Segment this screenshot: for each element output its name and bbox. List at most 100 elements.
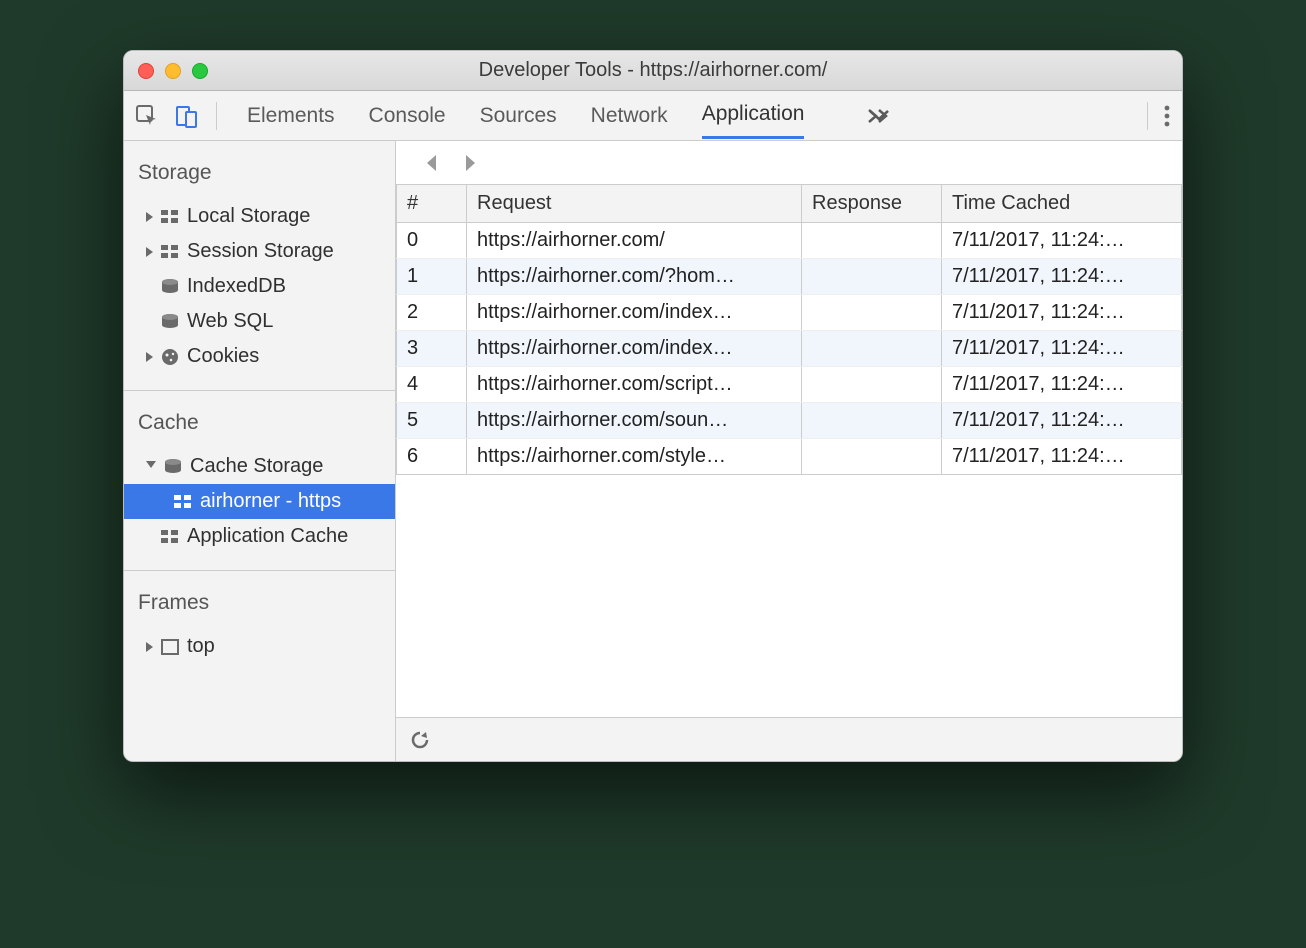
refresh-icon[interactable] — [410, 730, 430, 750]
device-toolbar-icon[interactable] — [176, 104, 198, 128]
col-request[interactable]: Request — [467, 185, 802, 223]
close-window-button[interactable] — [138, 63, 154, 79]
window-controls — [138, 63, 208, 79]
table-row[interactable]: 1https://airhorner.com/?hom… 7/11/2017, 1… — [397, 259, 1182, 295]
cell-response — [802, 367, 942, 403]
database-icon — [164, 458, 182, 476]
cell-request: https://airhorner.com/?hom… — [467, 259, 802, 295]
panel-tabs: Elements Console Sources Network Applica… — [247, 92, 890, 139]
footer-strip — [396, 717, 1182, 761]
cell-n: 2 — [397, 295, 467, 331]
chevron-right-icon — [146, 352, 153, 362]
sidebar-section-frames: Frames top — [124, 571, 395, 680]
sidebar-item-application-cache[interactable]: Application Cache — [124, 519, 395, 554]
cell-request: https://airhorner.com/index… — [467, 295, 802, 331]
cell-response — [802, 295, 942, 331]
cell-response — [802, 259, 942, 295]
sidebar-item-label: Web SQL — [187, 310, 273, 333]
sidebar-item-label: Cookies — [187, 345, 259, 368]
sidebar-item-cookies[interactable]: Cookies — [124, 339, 395, 374]
sidebar-item-label: airhorner - https — [200, 490, 341, 513]
cell-time: 7/11/2017, 11:24:… — [942, 259, 1182, 295]
sidebar-item-websql[interactable]: Web SQL — [124, 304, 395, 339]
cache-table: # Request Response Time Cached 0https://… — [396, 185, 1182, 717]
table-row[interactable]: 5https://airhorner.com/soun…7/11/2017, 1… — [397, 403, 1182, 439]
sidebar-section-cache: Cache Cache Storage airhorner - https Ap… — [124, 391, 395, 571]
minimize-window-button[interactable] — [165, 63, 181, 79]
cell-time: 7/11/2017, 11:24:… — [942, 223, 1182, 259]
cell-time: 7/11/2017, 11:24:… — [942, 331, 1182, 367]
col-time-cached[interactable]: Time Cached — [942, 185, 1182, 223]
table-row[interactable]: 4https://airhorner.com/script… 7/11/2017,… — [397, 367, 1182, 403]
cell-response — [802, 403, 942, 439]
table-row[interactable]: 6https://airhorner.com/style… 7/11/2017, … — [397, 439, 1182, 475]
sidebar-item-label: Local Storage — [187, 205, 310, 228]
col-response[interactable]: Response — [802, 185, 942, 223]
cell-request: https://airhorner.com/style… — [467, 439, 802, 475]
cell-response — [802, 223, 942, 259]
more-tabs-icon[interactable] — [868, 109, 890, 123]
chevron-right-icon — [146, 212, 153, 222]
cell-n: 6 — [397, 439, 467, 475]
sidebar-item-top-frame[interactable]: top — [124, 629, 395, 664]
sidebar-item-label: IndexedDB — [187, 275, 286, 298]
chevron-right-icon — [146, 247, 153, 257]
sidebar-item-indexeddb[interactable]: IndexedDB — [124, 269, 395, 304]
nav-forward-icon[interactable] — [462, 154, 478, 172]
nav-back-icon[interactable] — [424, 154, 440, 172]
sidebar-item-cache-storage[interactable]: Cache Storage — [124, 449, 395, 484]
grid-icon — [161, 210, 179, 224]
grid-icon — [161, 530, 179, 544]
titlebar: Developer Tools - https://airhorner.com/ — [124, 51, 1182, 91]
cell-n: 3 — [397, 331, 467, 367]
cell-response — [802, 331, 942, 367]
cell-time: 7/11/2017, 11:24:… — [942, 295, 1182, 331]
window-title: Developer Tools - https://airhorner.com/ — [479, 59, 828, 82]
chevron-right-icon — [146, 642, 153, 652]
devtools-window: Developer Tools - https://airhorner.com/… — [123, 50, 1183, 762]
tab-console[interactable]: Console — [369, 94, 446, 138]
table-row[interactable]: 2https://airhorner.com/index… 7/11/2017, … — [397, 295, 1182, 331]
cell-request: https://airhorner.com/index… — [467, 331, 802, 367]
cell-n: 4 — [397, 367, 467, 403]
sidebar-item-label: Application Cache — [187, 525, 348, 548]
cell-request: https://airhorner.com/soun… — [467, 403, 802, 439]
table-row[interactable]: 3https://airhorner.com/index… 7/11/2017, … — [397, 331, 1182, 367]
sidebar-item-label: Cache Storage — [190, 455, 323, 478]
sidebar-item-local-storage[interactable]: Local Storage — [124, 199, 395, 234]
database-icon — [161, 278, 179, 296]
toolbar: Elements Console Sources Network Applica… — [124, 91, 1182, 141]
tab-sources[interactable]: Sources — [480, 94, 557, 138]
cell-time: 7/11/2017, 11:24:… — [942, 403, 1182, 439]
cell-n: 0 — [397, 223, 467, 259]
col-number[interactable]: # — [397, 185, 467, 223]
table-row[interactable]: 0https://airhorner.com/7/11/2017, 11:24:… — [397, 223, 1182, 259]
frame-icon — [161, 639, 179, 655]
sidebar-item-session-storage[interactable]: Session Storage — [124, 234, 395, 269]
sidebar-heading-storage: Storage — [124, 155, 395, 199]
grid-icon — [174, 495, 192, 509]
tab-elements[interactable]: Elements — [247, 94, 335, 138]
cell-request: https://airhorner.com/script… — [467, 367, 802, 403]
inspect-element-icon[interactable] — [136, 105, 158, 127]
tab-network[interactable]: Network — [591, 94, 668, 138]
sidebar: Storage Local Storage Session Storage In… — [124, 141, 396, 761]
nav-strip — [396, 141, 1182, 185]
cookie-icon — [161, 348, 179, 366]
database-icon — [161, 313, 179, 331]
sidebar-section-storage: Storage Local Storage Session Storage In… — [124, 141, 395, 391]
sidebar-item-label: Session Storage — [187, 240, 334, 263]
main-panel: # Request Response Time Cached 0https://… — [396, 141, 1182, 761]
cell-n: 1 — [397, 259, 467, 295]
settings-menu-icon[interactable] — [1147, 102, 1170, 130]
tab-application[interactable]: Application — [702, 92, 805, 139]
sidebar-item-label: top — [187, 635, 215, 658]
cell-request: https://airhorner.com/ — [467, 223, 802, 259]
sidebar-heading-cache: Cache — [124, 405, 395, 449]
cell-response — [802, 439, 942, 475]
cell-time: 7/11/2017, 11:24:… — [942, 367, 1182, 403]
maximize-window-button[interactable] — [192, 63, 208, 79]
cell-time: 7/11/2017, 11:24:… — [942, 439, 1182, 475]
sidebar-heading-frames: Frames — [124, 585, 395, 629]
sidebar-item-cache-airhorner[interactable]: airhorner - https — [124, 484, 395, 519]
